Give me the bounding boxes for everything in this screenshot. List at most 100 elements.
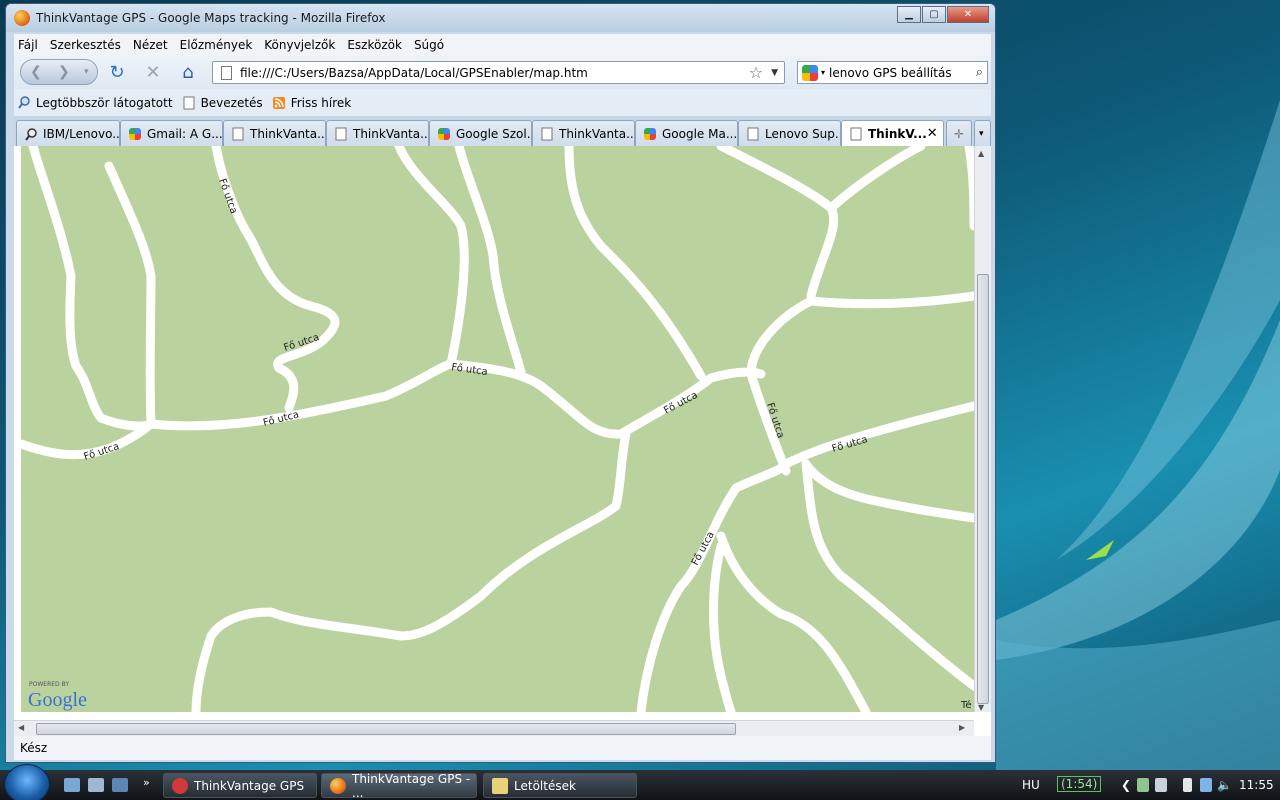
page-icon [335, 127, 347, 140]
scroll-left-icon[interactable]: ◀ [18, 723, 24, 732]
tab-lenovo-support[interactable]: Lenovo Sup... [738, 120, 841, 146]
menu-bookmarks[interactable]: Könyvjelzők [264, 38, 335, 52]
menu-history[interactable]: Előzmények [180, 38, 253, 52]
bookmark-latest-news[interactable]: Friss hírek [272, 96, 351, 110]
tab-label: ThinkVanta... [353, 126, 429, 141]
quicklaunch-more-icon[interactable]: » [143, 776, 150, 789]
reload-icon[interactable]: ↻ [107, 63, 127, 83]
tray-expand-icon[interactable]: ❮ [1121, 778, 1131, 792]
bookmarks-toolbar: Legtöbbször látogatott Bevezetés Friss h… [14, 89, 991, 116]
engine-dropdown-icon[interactable]: ▾ [821, 68, 825, 77]
page-icon [850, 127, 862, 140]
home-icon[interactable]: ⌂ [178, 63, 198, 83]
menu-help[interactable]: Súgó [414, 38, 444, 52]
scroll-thumb-horizontal[interactable] [36, 723, 736, 735]
tab-google-maps[interactable]: Google Ma... [635, 120, 738, 146]
back-arrow-icon[interactable]: ❮ [30, 64, 42, 80]
signal-icon[interactable] [1137, 778, 1149, 792]
tab-ibm-lenovo[interactable]: IBM/Lenovo... [16, 120, 120, 146]
google-icon [129, 127, 141, 140]
url-dropdown-icon[interactable]: ▼ [771, 68, 778, 78]
firefox-icon [330, 777, 346, 794]
minimize-button[interactable]: ▁ [897, 6, 921, 23]
taskbar-item-downloads[interactable]: Letöltések [483, 773, 637, 798]
tab-google-services[interactable]: Google Szol... [429, 120, 532, 146]
history-dropdown-icon[interactable]: ▾ [84, 67, 89, 77]
language-indicator[interactable]: HU [1022, 778, 1040, 792]
taskbar-label: Letöltések [514, 778, 576, 793]
close-button[interactable]: ✕ [947, 6, 989, 23]
bookmark-label: Legtöbbször látogatott [36, 95, 173, 110]
page-icon [183, 96, 195, 109]
terms-link[interactable]: Té [960, 699, 972, 711]
battery-icon[interactable] [1183, 778, 1192, 792]
tab-gmail[interactable]: Gmail: A G... [120, 120, 223, 146]
tab-thinkvantage-3[interactable]: ThinkVanta... [532, 120, 635, 146]
browser-window: ThinkVantage GPS - Google Maps tracking … [5, 3, 996, 763]
map-view[interactable]: Fő utca Fő utca Fő utca Fő utca Fő utca … [21, 146, 974, 712]
tab-label: Google Szol... [456, 126, 532, 141]
battery-time[interactable]: (1:54) [1057, 776, 1102, 792]
navigation-toolbar: ❮ ❯ ▾ ↻ ✕ ⌂ file:///C:/Users/Bazsa/AppDa… [14, 56, 991, 89]
taskbar-item-firefox[interactable]: ThinkVantage GPS - ... [321, 772, 477, 800]
scroll-down-icon[interactable]: ▼ [978, 703, 984, 712]
volume-icon[interactable]: 🔈 [1217, 778, 1232, 792]
forward-arrow-icon[interactable]: ❯ [58, 64, 70, 80]
back-forward-group: ❮ ❯ ▾ [20, 59, 98, 85]
title-bar: ThinkVantage GPS - Google Maps tracking … [6, 4, 995, 32]
menu-view[interactable]: Nézet [133, 38, 168, 52]
url-text: file:///C:/Users/Bazsa/AppData/Local/GPS… [240, 65, 588, 80]
downloads-icon [492, 777, 508, 794]
tab-label: ThinkV... [868, 126, 927, 141]
scroll-thumb[interactable] [977, 274, 989, 704]
menu-file[interactable]: Fájl [18, 38, 38, 52]
tab-label: ThinkVanta... [559, 126, 635, 141]
search-input[interactable]: lenovo GPS beállítás [829, 66, 976, 80]
maximize-button[interactable]: ▢ [922, 6, 946, 23]
window-title: ThinkVantage GPS - Google Maps tracking … [36, 11, 386, 25]
powered-by-text: POWERED BY [29, 681, 69, 688]
map-roads: Fő utca Fő utca Fő utca Fő utca Fő utca … [21, 146, 974, 712]
tab-close-icon[interactable]: ✕ [927, 126, 938, 141]
street-label: Fő utca [689, 529, 717, 567]
start-button[interactable] [4, 764, 50, 800]
network-icon[interactable] [1155, 778, 1167, 792]
stop-icon[interactable]: ✕ [143, 63, 163, 83]
menu-bar: Fájl Szerkesztés Nézet Előzmények Könyvj… [14, 34, 991, 56]
menu-edit[interactable]: Szerkesztés [50, 38, 121, 52]
tab-list-button[interactable]: ▾ [974, 120, 991, 146]
tab-thinkvantage-2[interactable]: ThinkVanta... [326, 120, 429, 146]
switch-windows-icon[interactable] [88, 778, 104, 792]
sync-icon[interactable] [1200, 778, 1212, 792]
quicklaunch-app-icon[interactable] [112, 778, 128, 792]
show-desktop-icon[interactable] [64, 778, 80, 792]
bookmark-getting-started[interactable]: Bevezetés [183, 96, 263, 110]
search-icon[interactable]: ⌕ [976, 65, 983, 80]
tab-label: IBM/Lenovo... [43, 126, 120, 141]
page-icon [747, 127, 759, 140]
address-bar[interactable]: file:///C:/Users/Bazsa/AppData/Local/GPS… [212, 61, 785, 84]
magnifier-icon [25, 127, 37, 141]
street-label: Fő utca [262, 408, 300, 428]
status-text: Kész [20, 741, 48, 755]
tab-label: Gmail: A G... [147, 126, 223, 141]
tab-thinkvantage-1[interactable]: ThinkVanta... [223, 120, 326, 146]
search-bar[interactable]: ▾ lenovo GPS beállítás ⌕ [797, 61, 988, 84]
vertical-scrollbar[interactable]: ▲ ▼ [974, 146, 991, 712]
tab-label: ThinkVanta... [250, 126, 326, 141]
scroll-up-icon[interactable]: ▲ [978, 149, 984, 158]
horizontal-scrollbar[interactable]: ◀ ▶ [14, 720, 974, 736]
new-tab-button[interactable]: ✛ [946, 120, 972, 146]
google-icon [438, 127, 450, 140]
scroll-right-icon[interactable]: ▶ [959, 723, 965, 732]
google-search-engine-icon[interactable] [802, 64, 818, 81]
clock[interactable]: 11:55 [1239, 778, 1274, 792]
status-bar: Kész [14, 736, 991, 760]
rss-feed-icon [272, 96, 285, 109]
bookmark-star-icon[interactable]: ☆ [749, 63, 763, 82]
page-content: Fő utca Fő utca Fő utca Fő utca Fő utca … [14, 146, 991, 736]
bookmark-most-visited[interactable]: Legtöbbször látogatott [18, 96, 173, 110]
tab-thinkvantage-active[interactable]: ThinkV... ✕ [841, 120, 944, 146]
taskbar-item-gps[interactable]: ThinkVantage GPS [163, 773, 317, 798]
menu-tools[interactable]: Eszközök [347, 38, 402, 52]
